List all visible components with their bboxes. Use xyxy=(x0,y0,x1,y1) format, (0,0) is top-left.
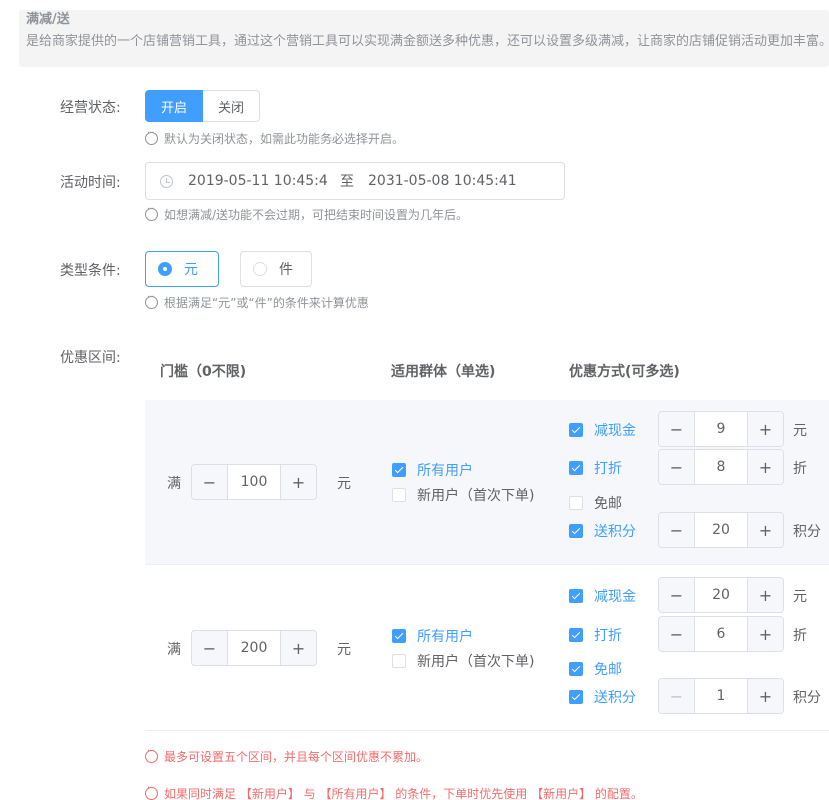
range-separator: 至 xyxy=(340,174,354,190)
threshold-stepper[interactable]: − 100 + xyxy=(191,464,317,500)
group-all-users[interactable]: 所有用户 xyxy=(392,460,473,480)
tiers-label: 优惠区间: xyxy=(60,350,121,366)
group-new-users[interactable]: 新用户（首次下单) xyxy=(392,485,534,505)
time-hint: 如想满减/送功能不会过期，可把结束时间设置为几年后。 xyxy=(145,204,468,223)
info-icon xyxy=(145,746,158,763)
discount-points[interactable]: 送积分 xyxy=(569,521,636,541)
status-label: 经营状态: xyxy=(60,100,121,116)
rate-stepper[interactable]: − 8 + xyxy=(658,449,784,485)
status-toggle: 开启 关闭 xyxy=(145,90,261,122)
note-max-tiers: 最多可设置五个区间，并且每个区间优惠不累加。 xyxy=(145,746,428,765)
radio-unchecked-icon xyxy=(253,262,267,276)
time-label: 活动时间: xyxy=(60,175,121,191)
status-on-button[interactable]: 开启 xyxy=(145,90,204,122)
status-hint: 默认为关闭状态，如需此功能务必选择开启。 xyxy=(145,128,404,147)
radio-checked-icon xyxy=(158,262,172,276)
group-all-users[interactable]: 所有用户 xyxy=(392,626,473,646)
decrement-button[interactable]: − xyxy=(659,412,695,446)
increment-button[interactable]: + xyxy=(747,450,783,484)
decrement-button[interactable]: − xyxy=(659,578,695,612)
threshold-value[interactable]: 100 xyxy=(228,465,280,499)
row-divider xyxy=(145,730,829,731)
discount-free-shipping[interactable]: 免邮 xyxy=(569,493,622,513)
threshold-value[interactable]: 200 xyxy=(228,631,280,665)
checkbox-unchecked-icon xyxy=(392,488,406,502)
points-value[interactable]: 1 xyxy=(695,679,747,713)
type-label: 类型条件: xyxy=(60,263,121,279)
points-stepper[interactable]: − 20 + xyxy=(658,512,784,548)
row-divider xyxy=(145,564,829,565)
note-priority: 如果同时满足 【新用户】 与 【所有用户】 的条件，下单时优先使用 【新用户】 … xyxy=(145,783,643,800)
checkbox-checked-icon xyxy=(569,461,583,475)
end-date[interactable]: 2031-05-08 10:45:41 xyxy=(368,173,517,189)
increment-button[interactable]: + xyxy=(280,631,316,665)
date-range-picker[interactable]: 2019-05-11 10:45:41 至 2031-05-08 10:45:4… xyxy=(145,162,565,200)
discount-rate[interactable]: 打折 xyxy=(569,625,622,645)
discount-cash[interactable]: 减现金 xyxy=(569,586,636,606)
checkbox-checked-icon xyxy=(569,524,583,538)
checkbox-checked-icon xyxy=(569,662,583,676)
threshold-prefix: 满 xyxy=(167,476,181,492)
points-unit: 积分 xyxy=(793,524,821,540)
threshold-stepper[interactable]: − 200 + xyxy=(191,630,317,666)
header-discount: 优惠方式(可多选) xyxy=(569,364,680,380)
start-date[interactable]: 2019-05-11 10:45:41 xyxy=(188,173,328,189)
checkbox-checked-icon xyxy=(569,690,583,704)
decrement-button[interactable]: − xyxy=(659,513,695,547)
group-new-users[interactable]: 新用户（首次下单) xyxy=(392,651,534,671)
rate-stepper[interactable]: − 6 + xyxy=(658,616,784,652)
cash-value[interactable]: 20 xyxy=(695,578,747,612)
cash-stepper[interactable]: − 9 + xyxy=(658,411,784,447)
discount-cash[interactable]: 减现金 xyxy=(569,420,636,440)
points-value[interactable]: 20 xyxy=(695,513,747,547)
increment-button[interactable]: + xyxy=(747,578,783,612)
checkbox-checked-icon xyxy=(569,423,583,437)
discount-points[interactable]: 送积分 xyxy=(569,687,636,707)
type-hint: 根据满足“元”或“件”的条件来计算优惠 xyxy=(145,292,369,311)
threshold-unit: 元 xyxy=(337,476,351,492)
checkbox-checked-icon xyxy=(569,628,583,642)
cash-unit: 元 xyxy=(793,589,807,605)
type-option-yuan[interactable]: 元 xyxy=(145,251,219,287)
decrement-button[interactable]: − xyxy=(659,617,695,651)
rate-unit: 折 xyxy=(793,628,807,644)
increment-button[interactable]: + xyxy=(747,412,783,446)
checkbox-unchecked-icon xyxy=(569,496,583,510)
type-option-jian[interactable]: 件 xyxy=(240,251,312,287)
header-threshold: 门槛（0不限) xyxy=(160,364,247,380)
clock-icon xyxy=(160,174,173,188)
points-stepper[interactable]: − 1 + xyxy=(658,678,784,714)
checkbox-checked-icon xyxy=(392,463,406,477)
info-icon xyxy=(145,204,158,221)
info-icon xyxy=(145,783,158,800)
increment-button[interactable]: + xyxy=(747,513,783,547)
rate-unit: 折 xyxy=(793,461,807,477)
rate-value[interactable]: 8 xyxy=(695,450,747,484)
rate-value[interactable]: 6 xyxy=(695,617,747,651)
checkbox-unchecked-icon xyxy=(392,654,406,668)
checkbox-checked-icon xyxy=(392,629,406,643)
increment-button[interactable]: + xyxy=(747,679,783,713)
threshold-prefix: 满 xyxy=(167,642,181,658)
discount-free-shipping[interactable]: 免邮 xyxy=(569,659,622,679)
cash-value[interactable]: 9 xyxy=(695,412,747,446)
panel-description: 是给商家提供的一个店铺营销工具，通过这个营销工具可以实现满金额送多种优惠，还可以… xyxy=(26,34,829,49)
discount-rate[interactable]: 打折 xyxy=(569,458,622,478)
status-off-button[interactable]: 关闭 xyxy=(203,90,261,122)
threshold-unit: 元 xyxy=(337,642,351,658)
checkbox-checked-icon xyxy=(569,589,583,603)
header-group: 适用群体（单选) xyxy=(391,364,496,380)
decrement-button[interactable]: − xyxy=(192,465,228,499)
increment-button[interactable]: + xyxy=(280,465,316,499)
decrement-button[interactable]: − xyxy=(192,631,228,665)
info-icon xyxy=(145,292,158,309)
panel-title: 满减/送 xyxy=(26,12,70,27)
cash-stepper[interactable]: − 20 + xyxy=(658,577,784,613)
info-icon xyxy=(145,128,158,145)
increment-button[interactable]: + xyxy=(747,617,783,651)
cash-unit: 元 xyxy=(793,423,807,439)
decrement-button[interactable]: − xyxy=(659,679,695,713)
points-unit: 积分 xyxy=(793,690,821,706)
decrement-button[interactable]: − xyxy=(659,450,695,484)
